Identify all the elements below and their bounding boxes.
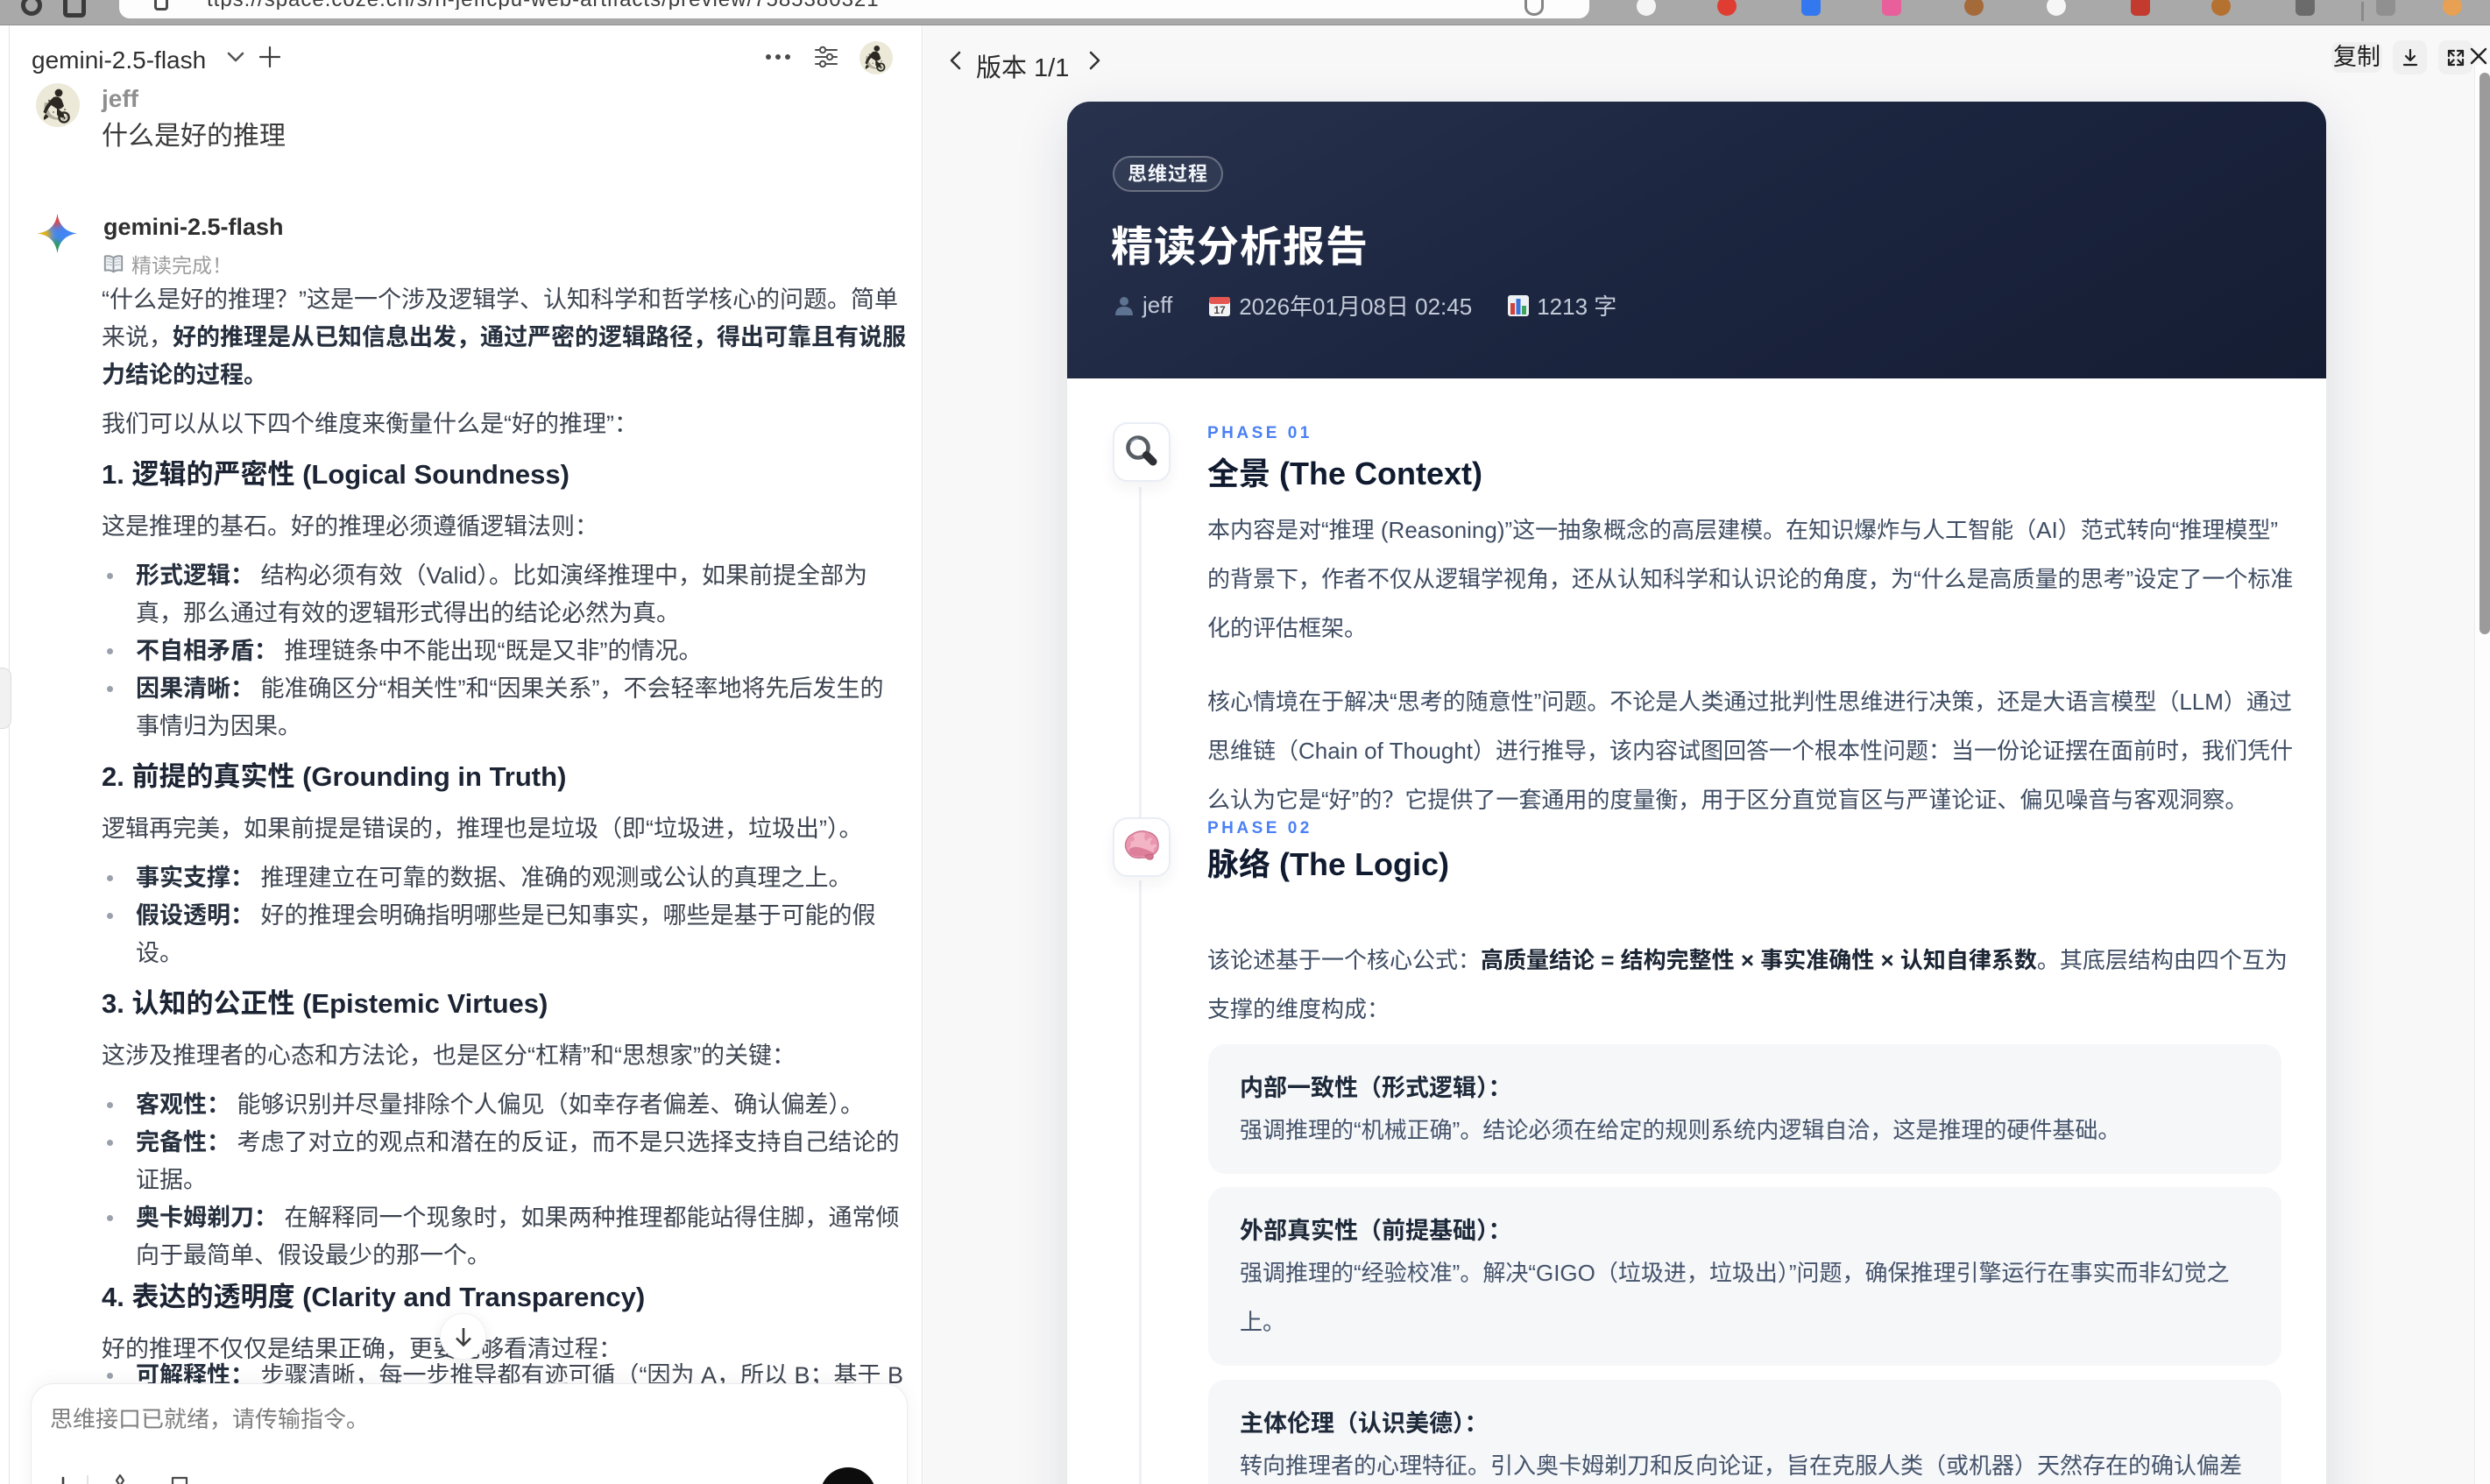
svg-text:17: 17 xyxy=(1214,304,1227,316)
